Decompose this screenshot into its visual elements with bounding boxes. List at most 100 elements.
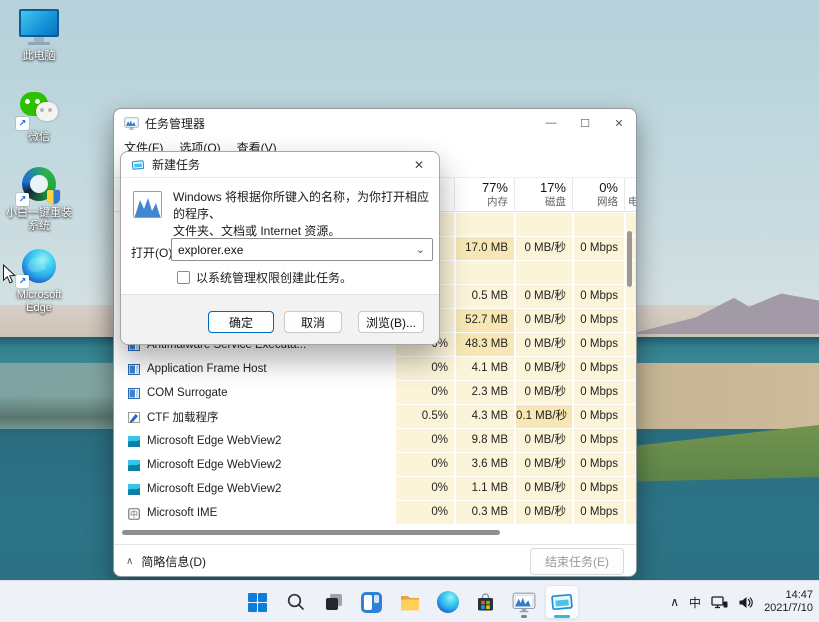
fewer-details-toggle[interactable]: ∧ 简略信息(D) <box>126 553 206 570</box>
mem-value-cell: 3.6 MB <box>454 453 514 477</box>
table-row[interactable]: CTF 加载程序0.5%4.3 MB0.1 MB/秒0 Mbps <box>114 405 636 429</box>
task-manager-app-icon <box>133 191 162 218</box>
mem-value-cell: 9.8 MB <box>454 429 514 453</box>
net-value-cell <box>572 261 624 285</box>
net-value-cell: 0 Mbps <box>572 309 624 333</box>
open-label: 打开(O): <box>131 244 176 261</box>
net-value-cell: 0 Mbps <box>572 405 624 429</box>
desktop-icon-label-line2: Edge <box>0 302 78 315</box>
process-name: Microsoft Edge WebView2 <box>147 459 281 471</box>
browse-button[interactable]: 浏览(B)... <box>358 311 424 333</box>
pen-process-icon <box>128 412 140 423</box>
task-manager-icon <box>512 592 536 613</box>
admin-checkbox-label: 以系统管理权限创建此任务。 <box>196 269 352 286</box>
column-header-power[interactable]: 电 <box>624 178 636 212</box>
volume-icon[interactable] <box>738 595 754 610</box>
maximize-button[interactable]: ☐ <box>568 109 602 137</box>
running-indicator <box>521 615 527 618</box>
ok-button[interactable]: 确定 <box>208 311 274 333</box>
edge-icon: ↗ <box>18 248 60 286</box>
vertical-scrollbar-thumb[interactable] <box>627 231 632 287</box>
tray-chevron-up-icon[interactable]: ∧ <box>670 595 679 609</box>
mem-value-cell: 52.7 MB <box>454 309 514 333</box>
desktop-icon-wechat[interactable]: ↗ 微信 <box>0 90 78 144</box>
process-name-cell: Microsoft Edge WebView2 <box>114 453 394 477</box>
mouse-cursor <box>2 264 17 290</box>
start-button[interactable] <box>241 585 275 619</box>
table-row[interactable]: Application Frame Host0%4.1 MB0 MB/秒0 Mb… <box>114 357 636 381</box>
dialog-close-icon[interactable]: ✕ <box>409 158 429 172</box>
desktop-icon-xiaobai[interactable]: ↗ 小白一键重装 系统 <box>0 166 78 233</box>
tray-clock[interactable]: 14:47 2021/7/10 <box>764 589 813 615</box>
ime-process-icon: 中 <box>128 508 140 519</box>
file-explorer-icon <box>399 592 421 612</box>
process-name-cell: Microsoft Edge WebView2 <box>114 477 394 501</box>
net-value-cell: 0 Mbps <box>572 285 624 309</box>
disk-value-cell: 0 MB/秒 <box>514 357 572 381</box>
disk-value-cell: 0 MB/秒 <box>514 333 572 357</box>
column-header-network[interactable]: 0% 网络 <box>572 178 624 212</box>
open-combobox-value[interactable]: explorer.exe <box>172 243 416 257</box>
disk-value-cell <box>514 261 572 285</box>
window-process-icon <box>128 364 140 375</box>
cpu-value-cell: 0.5% <box>394 405 454 429</box>
mem-value-cell: 0.5 MB <box>454 285 514 309</box>
minimize-button[interactable]: — <box>534 109 568 137</box>
dialog-description: Windows 将根据你所键入的名称，为你打开相应的程序、 文件夹、文档或 In… <box>173 189 429 240</box>
widgets-button[interactable] <box>355 585 389 619</box>
cpu-value-cell: 0% <box>394 429 454 453</box>
chevron-up-icon: ∧ <box>126 556 133 567</box>
cancel-button[interactable]: 取消 <box>284 311 342 333</box>
table-row[interactable]: COM Surrogate0%2.3 MB0 MB/秒0 Mbps <box>114 381 636 405</box>
table-row[interactable]: Microsoft Edge WebView20%3.6 MB0 MB/秒0 M… <box>114 453 636 477</box>
ime-indicator[interactable]: 中 <box>689 594 701 611</box>
net-value-cell: 0 Mbps <box>572 501 624 525</box>
column-header-memory[interactable]: 77% 内存 <box>454 178 514 212</box>
task-manager-taskbar-button[interactable] <box>507 585 541 619</box>
table-row[interactable]: 中Microsoft IME0%0.3 MB0 MB/秒0 Mbps <box>114 501 636 525</box>
task-view-icon <box>324 592 344 612</box>
column-header-disk[interactable]: 17% 磁盘 <box>514 178 572 212</box>
microsoft-store-icon <box>475 592 496 613</box>
run-dialog-icon <box>550 592 574 612</box>
horizontal-scrollbar-thumb[interactable] <box>122 530 500 535</box>
edge-taskbar-button[interactable] <box>431 585 465 619</box>
admin-checkbox-row[interactable]: 以系统管理权限创建此任务。 <box>177 269 352 286</box>
process-name-cell: CTF 加载程序 <box>114 405 394 429</box>
desktop-icon-this-pc[interactable]: 此电脑 <box>0 9 78 63</box>
edge-icon <box>437 591 459 613</box>
chevron-down-icon[interactable]: ⌄ <box>416 243 432 256</box>
file-explorer-button[interactable] <box>393 585 427 619</box>
table-row[interactable]: Microsoft Edge WebView20%1.1 MB0 MB/秒0 M… <box>114 477 636 501</box>
dialog-footer: 确定 取消 浏览(B)... <box>121 294 439 344</box>
cpu-value-cell: 0% <box>394 381 454 405</box>
mem-value-cell: 48.3 MB <box>454 333 514 357</box>
desktop-icon-label: Microsoft <box>0 289 78 302</box>
cpu-value-cell: 0% <box>394 453 454 477</box>
task-manager-titlebar[interactable]: 任务管理器 — ☐ ✕ <box>114 109 636 137</box>
mem-value-cell: 17.0 MB <box>454 237 514 261</box>
dialog-titlebar[interactable]: 新建任务 ✕ <box>121 152 439 178</box>
network-icon[interactable] <box>711 595 728 610</box>
search-icon <box>286 592 306 612</box>
search-button[interactable] <box>279 585 313 619</box>
desktop-icon-label-line2: 系统 <box>0 220 78 233</box>
process-name: Microsoft Edge WebView2 <box>147 483 281 495</box>
net-value-cell: 0 Mbps <box>572 357 624 381</box>
table-row[interactable]: Microsoft Edge WebView20%9.8 MB0 MB/秒0 M… <box>114 429 636 453</box>
close-button[interactable]: ✕ <box>602 109 636 137</box>
open-combobox[interactable]: explorer.exe ⌄ <box>171 238 433 261</box>
webview-process-icon <box>128 436 140 447</box>
process-name: Microsoft IME <box>147 507 217 519</box>
vertical-scrollbar[interactable] <box>627 213 633 524</box>
microsoft-store-button[interactable] <box>469 585 503 619</box>
new-task-dialog-taskbar-button[interactable] <box>545 585 579 619</box>
window-process-icon <box>128 388 140 399</box>
task-view-button[interactable] <box>317 585 351 619</box>
shortcut-arrow-icon: ↗ <box>16 275 29 288</box>
dialog-description-line1: Windows 将根据你所键入的名称，为你打开相应的程序、 <box>173 189 429 223</box>
admin-checkbox[interactable] <box>177 271 190 284</box>
end-task-button[interactable]: 结束任务(E) <box>530 548 624 575</box>
disk-value-cell: 0 MB/秒 <box>514 477 572 501</box>
disk-value-cell: 0 MB/秒 <box>514 309 572 333</box>
